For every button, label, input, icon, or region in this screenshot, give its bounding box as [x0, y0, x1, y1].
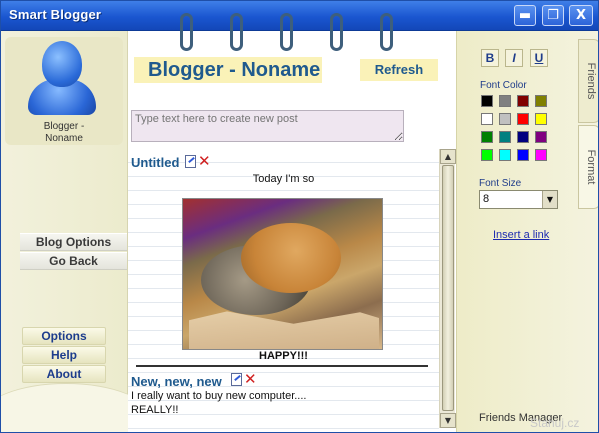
color-swatch[interactable]: [481, 113, 493, 125]
color-swatch[interactable]: [535, 131, 547, 143]
title-bar[interactable]: Smart Blogger ▬ ❐ X: [1, 1, 598, 31]
font-size-value: 8: [483, 193, 490, 205]
post-caption: HAPPY!!!: [259, 350, 308, 362]
edit-post-icon[interactable]: [231, 373, 242, 386]
color-swatch[interactable]: [499, 149, 511, 161]
post-title: Untitled: [131, 155, 180, 170]
watermark: Stahuj.cz: [530, 416, 580, 430]
post-title: New, new, new: [131, 374, 222, 389]
color-swatch[interactable]: [535, 113, 547, 125]
italic-button[interactable]: I: [505, 49, 523, 67]
maximize-button[interactable]: ❐: [542, 5, 564, 26]
font-size-select[interactable]: 8 ▼: [479, 190, 558, 209]
color-swatch[interactable]: [499, 95, 511, 107]
scroll-down-arrow-icon[interactable]: ▼: [440, 413, 456, 428]
close-button[interactable]: X: [569, 5, 593, 26]
font-size-label: Font Size: [479, 178, 522, 189]
profile-name-line1: Blogger -: [43, 121, 85, 132]
side-tabs: Friends Format: [578, 35, 598, 405]
minimize-button[interactable]: ▬: [514, 5, 536, 26]
color-swatch[interactable]: [517, 149, 529, 161]
post-text-line: I really want to buy new computer....: [131, 390, 307, 402]
spiral-binding: [128, 13, 456, 53]
left-panel: Blogger - Noname Blog Options Go Back Op…: [1, 31, 151, 432]
delete-post-icon[interactable]: ✕: [244, 372, 257, 387]
post-divider: [136, 365, 428, 367]
color-swatch[interactable]: [481, 149, 493, 161]
notebook-area: Blogger - Noname Refresh Untitled ✕ Toda…: [128, 13, 456, 432]
profile-name-line2: Noname: [45, 133, 83, 144]
avatar: Blogger - Noname: [5, 37, 123, 145]
tab-friends[interactable]: Friends: [578, 39, 598, 123]
about-button[interactable]: About: [22, 365, 106, 383]
window-title: Smart Blogger: [9, 7, 102, 22]
refresh-button[interactable]: Refresh: [360, 59, 438, 81]
binding-ring: [180, 13, 193, 51]
color-swatch[interactable]: [535, 149, 547, 161]
underline-button[interactable]: U: [530, 49, 548, 67]
color-swatch[interactable]: [481, 131, 493, 143]
tab-friends-label: Friends: [585, 62, 597, 100]
post-text: Today I'm so: [252, 173, 315, 185]
color-swatch[interactable]: [499, 131, 511, 143]
dropdown-arrow-icon[interactable]: ▼: [542, 191, 557, 208]
go-back-button[interactable]: Go Back: [20, 252, 127, 270]
profile-name: Blogger - Noname: [5, 121, 123, 145]
edit-post-icon[interactable]: [185, 155, 196, 168]
options-button[interactable]: Options: [22, 327, 106, 345]
cardboard-box: [189, 311, 379, 349]
color-swatch[interactable]: [517, 113, 529, 125]
new-post-input[interactable]: [131, 110, 404, 142]
app-window: Smart Blogger ▬ ❐ X Blogger - Noname Blo…: [0, 0, 599, 433]
scroll-thumb[interactable]: [442, 165, 454, 411]
feed-scrollbar[interactable]: ▲ ▼: [439, 149, 456, 428]
delete-post-icon[interactable]: ✕: [198, 154, 211, 169]
insert-link[interactable]: Insert a link: [493, 229, 549, 241]
color-swatch[interactable]: [517, 131, 529, 143]
blog-options-button[interactable]: Blog Options: [20, 233, 127, 251]
right-panel: B I U Font Color Font Size 8 ▼ Insert a …: [456, 31, 598, 432]
post-image: [182, 198, 383, 350]
tab-format-label: Format: [585, 149, 597, 185]
scroll-up-arrow-icon[interactable]: ▲: [440, 149, 456, 164]
cat-orange: [241, 223, 341, 293]
avatar-silhouette-head: [42, 41, 82, 87]
color-swatch[interactable]: [499, 113, 511, 125]
binding-ring: [230, 13, 243, 51]
post-feed[interactable]: Untitled ✕ Today I'm so HAPPY!!! New, ne…: [128, 149, 439, 432]
binding-ring: [380, 13, 393, 51]
color-swatch[interactable]: [517, 95, 529, 107]
blog-title: Blogger - Noname: [134, 57, 322, 83]
tab-format[interactable]: Format: [578, 125, 598, 209]
color-swatch[interactable]: [535, 95, 547, 107]
font-color-label: Font Color: [480, 80, 527, 91]
color-swatch[interactable]: [481, 95, 493, 107]
post-text-line: REALLY!!: [131, 404, 179, 416]
binding-ring: [280, 13, 293, 51]
help-button[interactable]: Help: [22, 346, 106, 364]
binding-ring: [330, 13, 343, 51]
bold-button[interactable]: B: [481, 49, 499, 67]
